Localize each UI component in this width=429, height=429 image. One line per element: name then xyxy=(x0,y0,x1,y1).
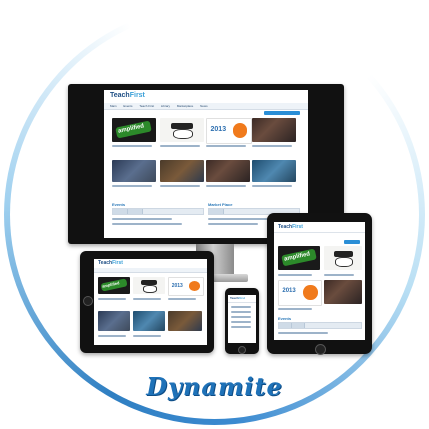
year-tile[interactable]: 2013 xyxy=(206,118,252,144)
dynamite-wordmark: Dynamite xyxy=(146,372,283,401)
tablet-photo-3[interactable] xyxy=(168,311,202,331)
photo-tile-3[interactable] xyxy=(160,160,204,182)
tablet-portrait-home-button[interactable] xyxy=(315,344,326,355)
nav-item-main[interactable]: Main xyxy=(110,103,117,109)
tablet-photo-1[interactable] xyxy=(98,311,130,331)
market-title: Market Place xyxy=(208,202,233,207)
phone-home-button[interactable] xyxy=(238,346,246,354)
photo-tile[interactable] xyxy=(252,118,296,142)
portrait-amplified-tile[interactable]: amplified xyxy=(278,246,320,270)
photo-tile-5[interactable] xyxy=(252,160,296,182)
nav-item-news[interactable]: News xyxy=(200,103,208,109)
tablet-photo-2[interactable] xyxy=(133,311,165,331)
portrait-events-tabs[interactable] xyxy=(278,322,362,329)
search-button[interactable] xyxy=(264,111,300,115)
tablet-portrait-screen: TeachFirst amplified 2013 Events xyxy=(274,222,365,340)
site-logo[interactable]: TeachFirst xyxy=(110,92,145,99)
portrait-search-button[interactable] xyxy=(344,240,360,244)
nav-item-library[interactable]: Library xyxy=(161,103,170,109)
portrait-sketch-tile[interactable] xyxy=(324,246,362,270)
tablet-home-button[interactable] xyxy=(83,296,93,306)
nav-item-teachfirst[interactable]: Teach First xyxy=(139,103,154,109)
tablet-amplified-tile[interactable]: amplified xyxy=(98,277,130,294)
portrait-year-tile[interactable]: 2013 xyxy=(278,280,322,306)
amplified-tile[interactable]: amplified xyxy=(112,118,156,142)
site-header: TeachFirst xyxy=(104,90,308,104)
events-title: Events xyxy=(112,202,126,207)
photo-tile-4[interactable] xyxy=(206,160,250,182)
tablet-logo[interactable]: TeachFirst xyxy=(98,260,123,266)
portrait-logo[interactable]: TeachFirst xyxy=(278,224,303,230)
events-tabs[interactable] xyxy=(112,208,204,215)
tablet-sketch-tile[interactable] xyxy=(133,277,165,294)
photo-tile-2[interactable] xyxy=(112,160,156,182)
site-nav: Main Events Teach First Library Marketpl… xyxy=(104,103,308,110)
portrait-photo-tile[interactable] xyxy=(324,280,362,304)
nav-item-marketplace[interactable]: Marketplace xyxy=(177,103,193,109)
phone-logo[interactable]: TeachFirst xyxy=(230,296,245,300)
phone-screen: TeachFirst xyxy=(228,295,256,343)
nav-item-events[interactable]: Events xyxy=(123,103,132,109)
sketch-tile[interactable] xyxy=(160,118,204,142)
portrait-events-title: Events xyxy=(278,316,292,321)
tablet-landscape-screen: TeachFirst amplified 2013 xyxy=(94,259,207,345)
tablet-year-tile[interactable]: 2013 xyxy=(168,277,204,296)
